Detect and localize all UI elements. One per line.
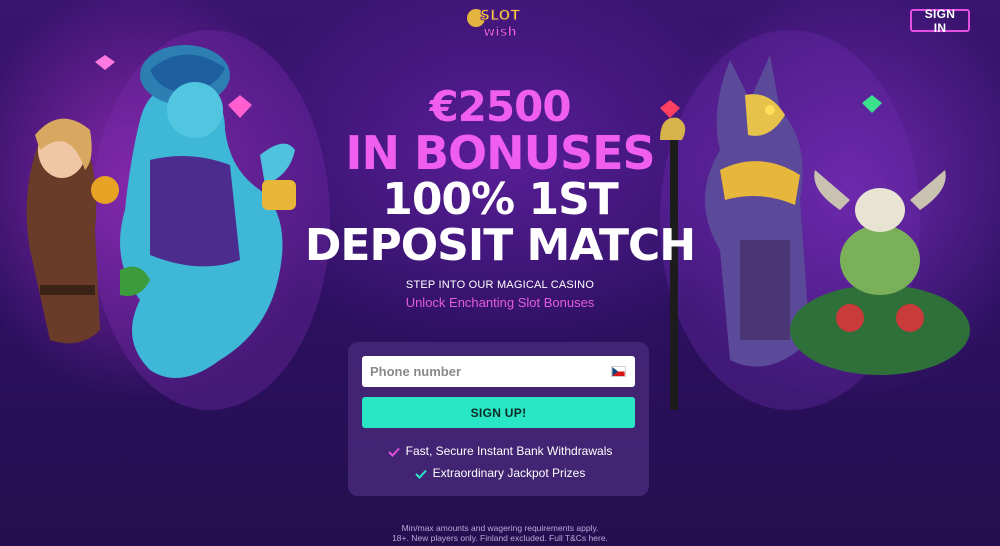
deposit-match-heading-line2: DEPOSIT MATCH: [304, 220, 696, 271]
checkmark-icon: [414, 469, 427, 479]
hero-subheading: STEP INTO OUR MAGICAL CASINO: [405, 279, 595, 291]
sign-up-button[interactable]: SIGN UP!: [362, 397, 635, 428]
hero-tagline: Unlock Enchanting Slot Bonuses: [405, 295, 595, 310]
terms-link[interactable]: 18+. New players only. Finland excluded.…: [0, 533, 1000, 543]
feature-text: Fast, Secure Instant Bank Withdrawals: [405, 444, 613, 458]
slot-wish-logo[interactable]: SLOT wish: [462, 4, 538, 40]
sign-in-button[interactable]: SIGN IN: [910, 7, 970, 35]
feature-text: Extraordinary Jackpot Prizes: [432, 466, 586, 480]
terms-line: Min/max amounts and wagering requirement…: [401, 523, 599, 533]
bonus-heading: IN BONUSES: [345, 126, 655, 180]
bonus-amount-heading: €2500: [429, 82, 571, 131]
svg-text:SLOT: SLOT: [480, 8, 520, 24]
czech-flag-icon[interactable]: [611, 366, 626, 377]
checkmark-icon: [387, 447, 400, 457]
deposit-match-heading-line1: 100% 1ST: [382, 174, 619, 225]
svg-text:wish: wish: [483, 25, 516, 40]
feature-item: Fast, Secure Instant Bank Withdrawals: [0, 444, 1000, 458]
feature-item: Extraordinary Jackpot Prizes: [0, 466, 1000, 480]
phone-number-input[interactable]: [362, 356, 635, 387]
terms-footer: Min/max amounts and wagering requirement…: [0, 523, 1000, 543]
